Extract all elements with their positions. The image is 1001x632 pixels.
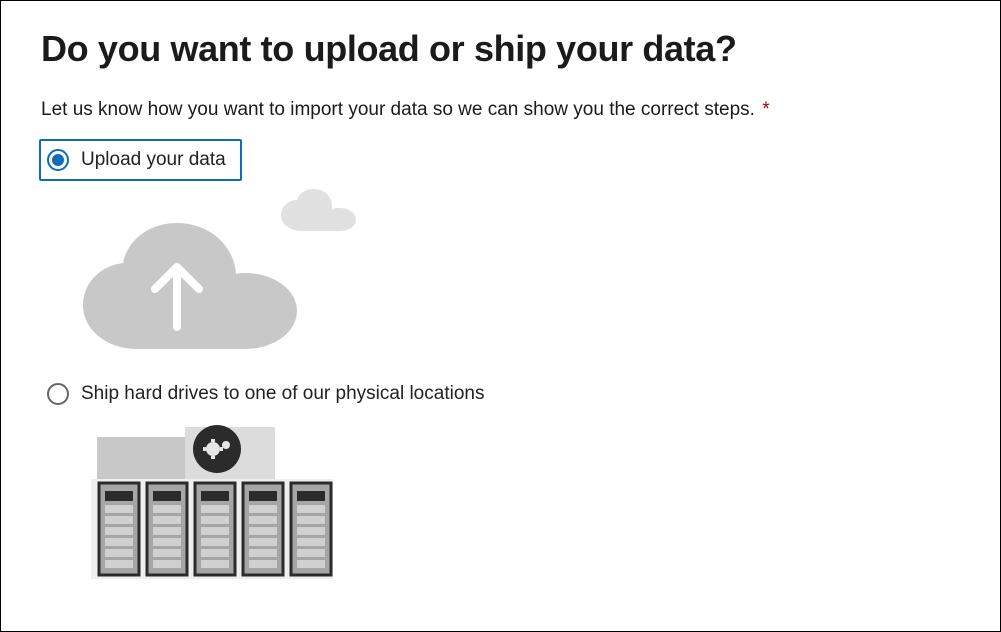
radio-circle-icon xyxy=(47,149,69,171)
cloud-upload-icon xyxy=(77,217,303,357)
page-title: Do you want to upload or ship your data? xyxy=(41,26,960,71)
radio-option-upload[interactable]: Upload your data xyxy=(39,139,242,181)
datacenter-icon xyxy=(77,419,347,584)
radio-option-ship-label: Ship hard drives to one of our physical … xyxy=(81,383,484,405)
radio-dot-icon xyxy=(52,154,64,166)
ship-illustration xyxy=(77,419,960,584)
radio-circle-icon xyxy=(47,383,69,405)
instruction-text-body: Let us know how you want to import your … xyxy=(41,99,755,120)
required-indicator: * xyxy=(762,99,769,120)
radio-option-upload-label: Upload your data xyxy=(81,149,226,171)
instruction-text: Let us know how you want to import your … xyxy=(41,99,960,121)
upload-illustration xyxy=(77,187,960,357)
radio-option-ship[interactable]: Ship hard drives to one of our physical … xyxy=(41,375,498,413)
